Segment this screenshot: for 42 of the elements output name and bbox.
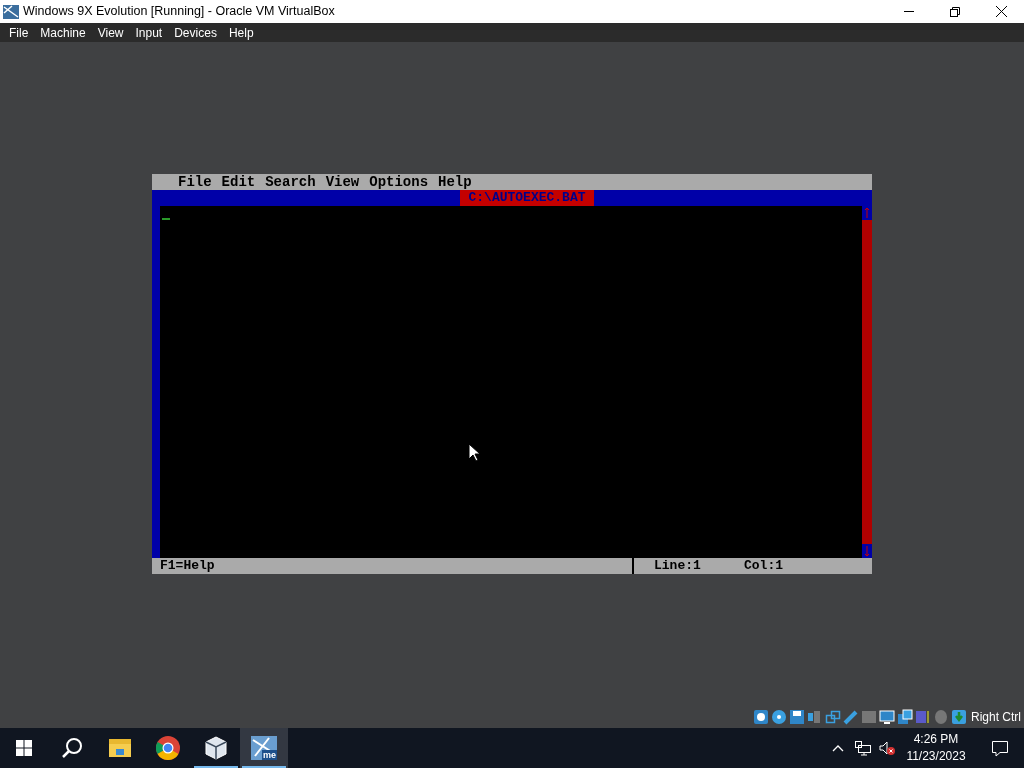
menu-item[interactable]: Help xyxy=(222,23,260,42)
download-arrow-icon[interactable] xyxy=(951,708,967,725)
optical-disc-icon[interactable] xyxy=(771,708,787,725)
cube-icon xyxy=(205,736,227,760)
status-column: Col:1 xyxy=(744,555,783,576)
app-icon xyxy=(3,3,19,20)
menu-item[interactable]: View xyxy=(91,23,130,42)
menu-item[interactable]: Edit xyxy=(217,173,260,190)
folder-icon xyxy=(109,739,131,757)
window-title: Windows 9X Evolution [Running] - Oracle VM VirtualBox xyxy=(23,3,335,21)
host-key-label: Right Ctrl xyxy=(971,708,1021,726)
browser-icon xyxy=(156,736,180,760)
status-line: Line:1 xyxy=(654,556,702,575)
muted-speaker-icon[interactable] xyxy=(878,740,896,756)
floppy-icon[interactable] xyxy=(789,708,805,725)
minimize-icon xyxy=(904,10,914,13)
chevron-up-icon[interactable] xyxy=(832,744,844,752)
menu-item[interactable]: Machine xyxy=(34,23,92,42)
close-icon xyxy=(995,6,1007,17)
menu-item[interactable]: File xyxy=(174,173,216,190)
search-icon xyxy=(61,737,83,759)
capture-icon[interactable] xyxy=(897,708,913,725)
notification-icon[interactable] xyxy=(991,739,1009,757)
clock[interactable]: 4:26 PM 11/23/2023 xyxy=(896,731,976,765)
text-cursor xyxy=(162,217,170,220)
menu-item[interactable]: Input xyxy=(129,23,169,42)
clock-date: 11/23/2023 xyxy=(906,748,966,765)
windows-logo-icon xyxy=(16,740,32,756)
menu-item[interactable]: Help xyxy=(434,173,476,190)
clock-time: 4:26 PM xyxy=(913,731,959,748)
vm-badge: me xyxy=(262,750,277,760)
menu-item[interactable]: Devices xyxy=(168,23,223,42)
restore-icon xyxy=(950,6,960,17)
menu-item[interactable]: Search xyxy=(261,173,320,190)
network-icon[interactable] xyxy=(854,740,872,756)
display-icon[interactable] xyxy=(879,708,895,725)
menu-item[interactable]: File xyxy=(3,23,35,42)
menu-item[interactable]: Options xyxy=(365,173,433,190)
mouse-pointer-icon xyxy=(468,443,480,462)
menu-item[interactable]: View xyxy=(321,173,364,190)
taskbar-app[interactable]: me xyxy=(240,728,288,768)
status-help: F1=Help xyxy=(159,556,216,575)
